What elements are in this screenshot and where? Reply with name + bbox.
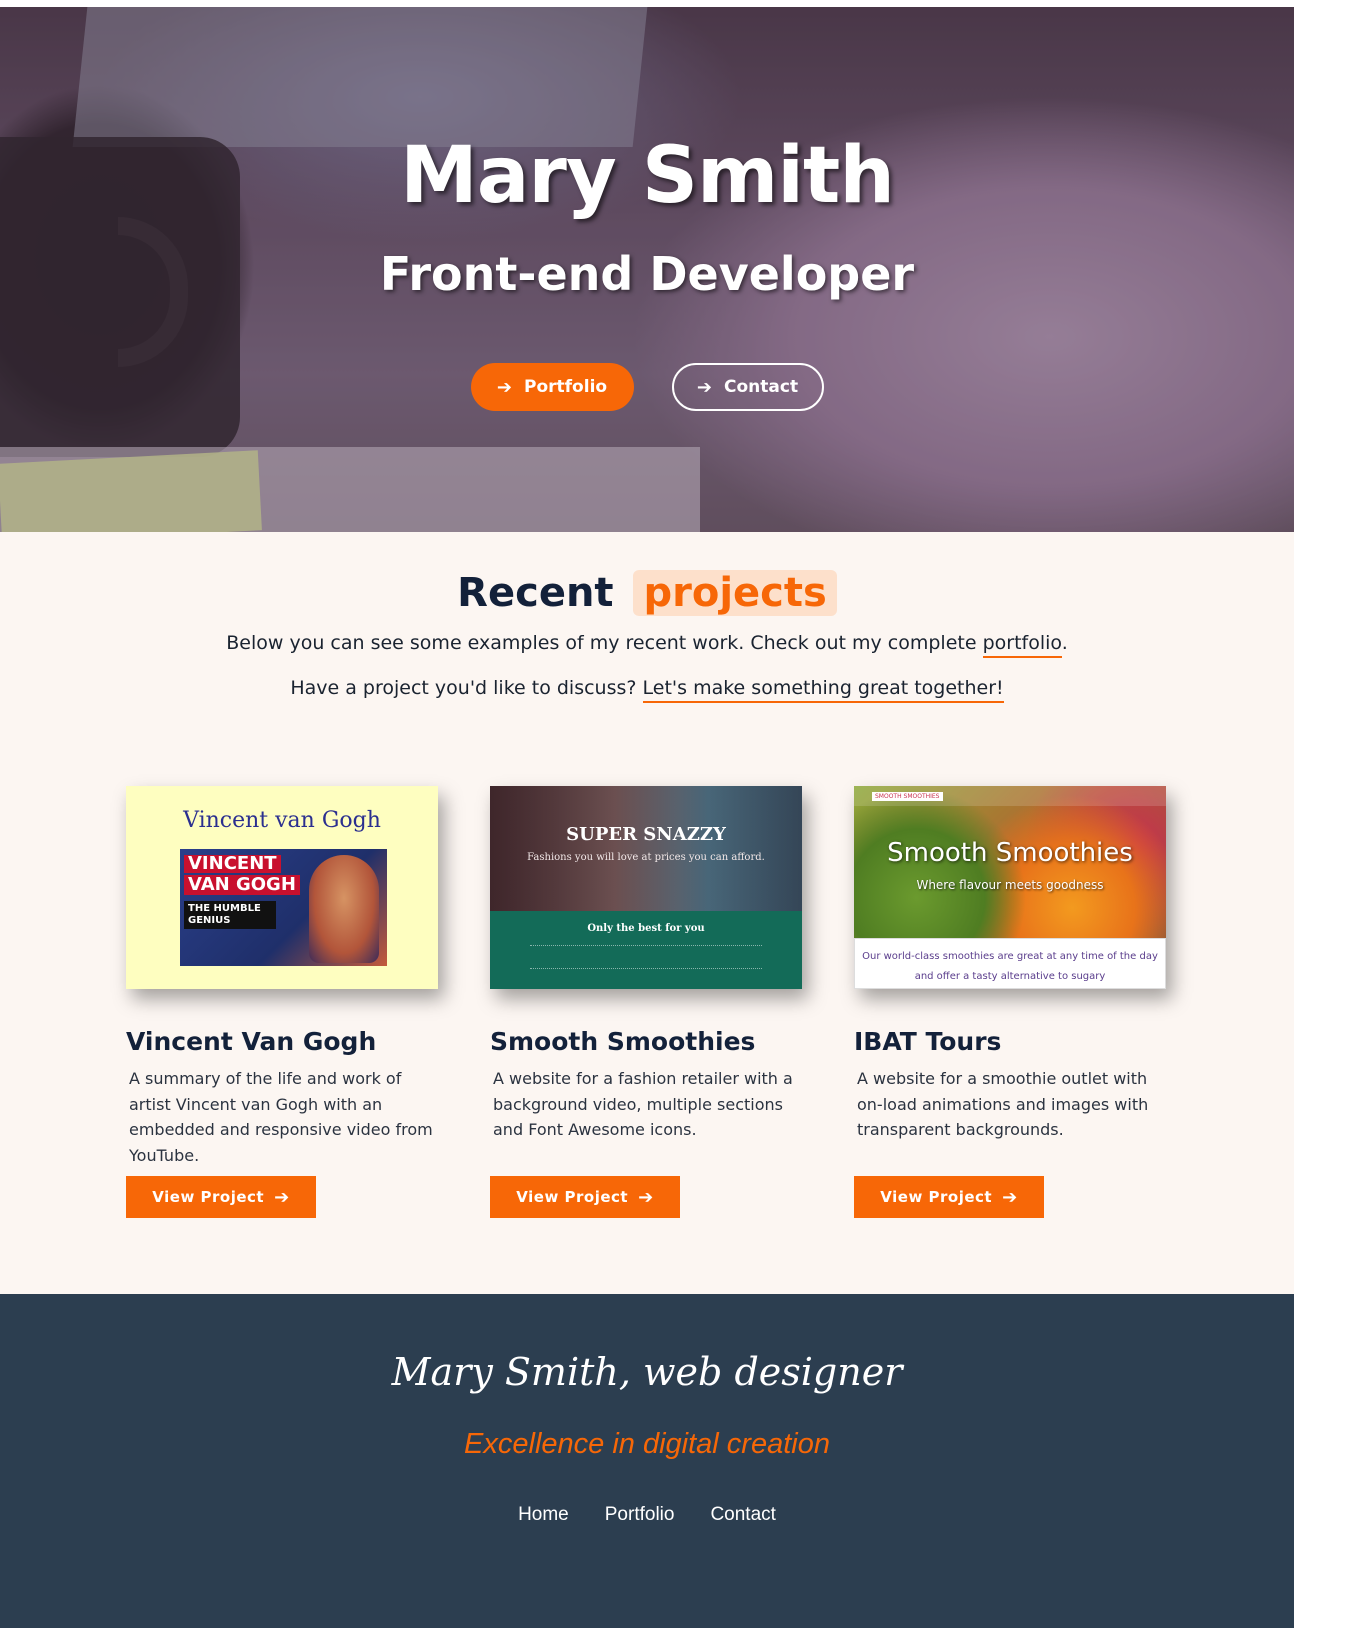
project-thumbnail[interactable]: SUPER SNAZZY Fashions you will love at p… — [490, 786, 802, 989]
section-title: Recent projects — [0, 570, 1294, 616]
thumbnail-subtitle: Fashions you will love at prices you can… — [527, 852, 765, 863]
arrow-right-icon: ➔ — [274, 1186, 290, 1208]
view-project-button[interactable]: View Project ➔ — [490, 1176, 680, 1218]
thumbnail-title: Vincent van Gogh — [183, 808, 381, 833]
arrow-right-icon: ➔ — [696, 376, 713, 398]
project-card-ibat-tours: SMOOTH SMOOTHIES Smooth Smoothies Where … — [854, 786, 1194, 1218]
thumbnail-subtitle: Where flavour meets goodness — [916, 878, 1104, 892]
portfolio-link[interactable]: portfolio — [982, 632, 1062, 658]
thumbnail-title: SUPER SNAZZY — [566, 824, 726, 845]
project-description: A website for a smoothie outlet with on-… — [857, 1069, 1149, 1139]
view-project-button[interactable]: View Project ➔ — [854, 1176, 1044, 1218]
thumbnail-video-line-2: VAN GOGH — [184, 875, 300, 895]
intro-text-end: . — [1061, 632, 1068, 654]
footer-nav-home[interactable]: Home — [518, 1504, 569, 1526]
project-description: A summary of the life and work of artist… — [129, 1069, 433, 1165]
thumbnail-band-title: Only the best for you — [587, 923, 705, 934]
thumbnail-body-text: Our world-class smoothies are great at a… — [862, 951, 1158, 982]
intro-line-2: Have a project you'd like to discuss? Le… — [0, 677, 1294, 703]
thumbnail-video: VINCENT VAN GOGH THE HUMBLE GENIUS — [180, 849, 387, 966]
project-title: Smooth Smoothies — [490, 1027, 756, 1056]
thumbnail-hero — [490, 786, 802, 911]
intro-text: Have a project you'd like to discuss? — [290, 677, 643, 699]
contact-button-label: Contact — [724, 377, 799, 397]
intro-text: Below you can see some examples of my re… — [226, 632, 983, 654]
view-project-label: View Project — [516, 1188, 629, 1206]
project-description: A website for a fashion retailer with a … — [493, 1069, 793, 1139]
hero-section: Mary Smith Front-end Developer ➔ Portfol… — [0, 7, 1294, 532]
view-project-label: View Project — [880, 1188, 993, 1206]
footer-nav: Home Portfolio Contact — [0, 1504, 1294, 1526]
arrow-right-icon: ➔ — [496, 376, 513, 398]
portfolio-button[interactable]: ➔ Portfolio — [470, 363, 634, 411]
hero-buttons: ➔ Portfolio ➔ Contact — [0, 363, 1294, 411]
thumbnail-band: Only the best for you — [490, 911, 802, 989]
hero-role: Front-end Developer — [379, 247, 915, 301]
footer: Mary Smith, web designer Excellence in d… — [0, 1294, 1294, 1628]
footer-tagline: Excellence in digital creation — [464, 1428, 830, 1460]
section-title-main: Recent — [457, 570, 614, 616]
arrow-right-icon: ➔ — [1002, 1186, 1018, 1208]
project-card-van-gogh: Vincent van Gogh VINCENT VAN GOGH THE HU… — [126, 786, 466, 1218]
portfolio-button-label: Portfolio — [524, 377, 608, 397]
footer-nav-contact[interactable]: Contact — [710, 1504, 775, 1526]
arrow-right-icon: ➔ — [638, 1186, 654, 1208]
contact-button[interactable]: ➔ Contact — [671, 363, 824, 411]
portrait-image — [309, 855, 379, 963]
thumbnail-video-line-1: VINCENT — [184, 855, 281, 873]
project-thumbnail[interactable]: SMOOTH SMOOTHIES Smooth Smoothies Where … — [854, 786, 1166, 989]
hero-name: Mary Smith — [400, 131, 895, 221]
thumbnail-logo: SMOOTH SMOOTHIES — [872, 792, 943, 801]
project-title: Vincent Van Gogh — [126, 1027, 377, 1056]
thumbnail-body: Our world-class smoothies are great at a… — [854, 938, 1166, 989]
footer-title: Mary Smith, web designer — [391, 1350, 903, 1394]
thumbnail-band-text — [530, 945, 762, 969]
thumbnail-title: Smooth Smoothies — [887, 838, 1133, 868]
recent-projects-section: Recent projects Below you can see some e… — [0, 532, 1294, 1294]
view-project-button[interactable]: View Project ➔ — [126, 1176, 316, 1218]
thumbnail-video-line-3: THE HUMBLE GENIUS — [184, 901, 276, 929]
project-card-smooth-smoothies: SUPER SNAZZY Fashions you will love at p… — [490, 786, 830, 1218]
contact-link[interactable]: Let's make something great together! — [642, 677, 1004, 703]
intro-line-1: Below you can see some examples of my re… — [0, 632, 1294, 658]
section-title-highlight: projects — [633, 570, 837, 616]
footer-nav-portfolio[interactable]: Portfolio — [605, 1504, 675, 1526]
project-title: IBAT Tours — [854, 1027, 1002, 1056]
project-thumbnail[interactable]: Vincent van Gogh VINCENT VAN GOGH THE HU… — [126, 786, 438, 989]
view-project-label: View Project — [152, 1188, 265, 1206]
